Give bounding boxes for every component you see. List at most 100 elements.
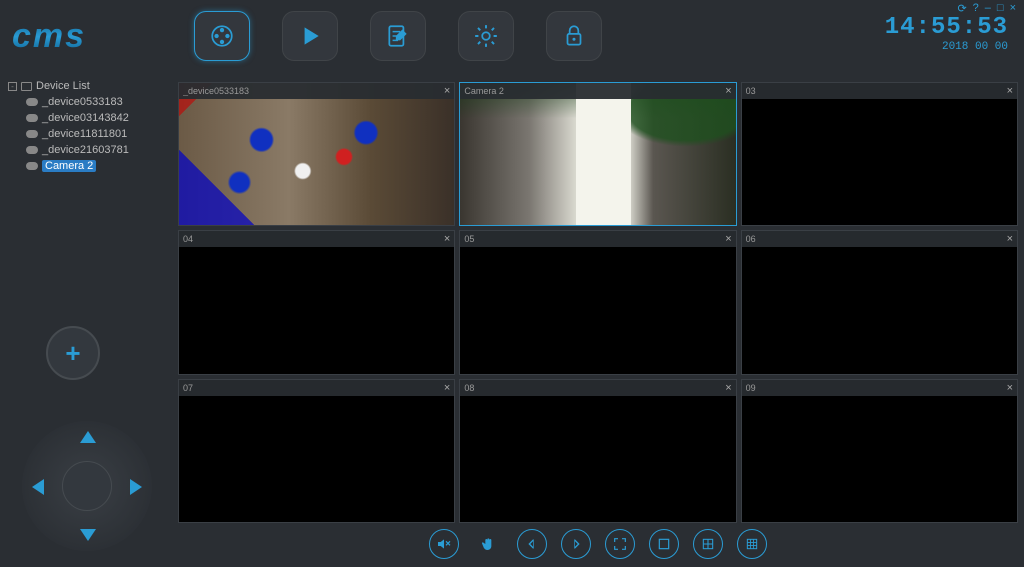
monitor-icon	[21, 82, 32, 91]
cell-title: 06	[746, 234, 1007, 244]
cell-header: 06×	[742, 231, 1017, 247]
bottom-toolbar	[178, 525, 1018, 563]
grid-9-icon	[744, 536, 760, 552]
video-cell[interactable]: 03×	[741, 82, 1018, 226]
cell-close-button[interactable]: ×	[444, 382, 450, 394]
layout-9-button[interactable]	[737, 529, 767, 559]
gear-icon	[473, 23, 499, 49]
video-grid-area: _device0533183×Camera 2×03×04×05×06×07×0…	[178, 82, 1018, 523]
video-cell[interactable]: 08×	[459, 379, 736, 523]
ptz-right-button[interactable]	[130, 479, 142, 495]
cell-title: 09	[746, 383, 1007, 393]
cloud-icon	[26, 162, 38, 170]
app-logo: cms	[12, 17, 182, 56]
tree-item-label: _device0533183	[42, 96, 123, 108]
cell-header: 08×	[460, 380, 735, 396]
cell-title: 04	[183, 234, 444, 244]
cloud-icon	[26, 114, 38, 122]
clock-time: 14:55:53	[885, 14, 1008, 41]
reel-icon	[209, 23, 235, 49]
video-cell[interactable]: 06×	[741, 230, 1018, 374]
video-cell[interactable]: _device0533183×	[178, 82, 455, 226]
layout-4-button[interactable]	[693, 529, 723, 559]
tree-item[interactable]: _device21603781	[8, 142, 170, 158]
ptz-up-button[interactable]	[80, 431, 96, 443]
sidebar: - Device List _device0533183 _device0314…	[0, 72, 178, 567]
cell-header: 04×	[179, 231, 454, 247]
video-grid: _device0533183×Camera 2×03×04×05×06×07×0…	[178, 82, 1018, 523]
cell-header: Camera 2×	[460, 83, 735, 99]
cell-close-button[interactable]: ×	[444, 85, 450, 97]
speaker-mute-icon	[436, 536, 452, 552]
tree-item[interactable]: _device03143842	[8, 110, 170, 126]
video-cell[interactable]: Camera 2×	[459, 82, 736, 226]
tree-item[interactable]: _device0533183	[8, 94, 170, 110]
cell-title: Camera 2	[464, 86, 725, 96]
cell-title: _device0533183	[183, 86, 444, 96]
play-icon	[297, 23, 323, 49]
cell-close-button[interactable]: ×	[725, 382, 731, 394]
cloud-icon	[26, 130, 38, 138]
fullscreen-button[interactable]	[605, 529, 635, 559]
tree-root[interactable]: - Device List	[8, 78, 170, 94]
collapse-icon[interactable]: -	[8, 82, 17, 91]
live-view-button[interactable]	[194, 11, 250, 61]
cell-close-button[interactable]: ×	[1007, 85, 1013, 97]
tree-item-label: _device11811801	[42, 128, 127, 140]
layout-1-button[interactable]	[649, 529, 679, 559]
tree-item-label: _device21603781	[42, 144, 129, 156]
cell-close-button[interactable]: ×	[1007, 233, 1013, 245]
tree-root-label: Device List	[36, 80, 90, 92]
playback-button[interactable]	[282, 11, 338, 61]
top-bar: cms 14:55:53 2018 00 00	[0, 0, 1024, 72]
log-button[interactable]	[370, 11, 426, 61]
clock-date: 2018 00 00	[885, 41, 1008, 53]
document-edit-icon	[385, 23, 411, 49]
tree-item[interactable]: Camera 2	[8, 158, 170, 174]
cell-header: 05×	[460, 231, 735, 247]
camera-feed	[460, 83, 735, 225]
lock-icon	[561, 23, 587, 49]
drag-button[interactable]	[473, 529, 503, 559]
add-device-button[interactable]: +	[46, 326, 100, 380]
ptz-ring	[22, 421, 152, 551]
next-page-button[interactable]	[561, 529, 591, 559]
tree-item[interactable]: _device11811801	[8, 126, 170, 142]
cell-header: 03×	[742, 83, 1017, 99]
video-cell[interactable]: 09×	[741, 379, 1018, 523]
cell-title: 05	[464, 234, 725, 244]
video-cell[interactable]: 04×	[178, 230, 455, 374]
page-prev-icon	[524, 536, 540, 552]
plus-icon: +	[65, 338, 80, 369]
mute-button[interactable]	[429, 529, 459, 559]
ptz-center-button[interactable]	[62, 461, 112, 511]
cell-header: _device0533183×	[179, 83, 454, 99]
cloud-icon	[26, 98, 38, 106]
ptz-down-button[interactable]	[80, 529, 96, 541]
fullscreen-icon	[612, 536, 628, 552]
clock: 14:55:53 2018 00 00	[885, 14, 1008, 53]
prev-page-button[interactable]	[517, 529, 547, 559]
ptz-control	[22, 421, 152, 551]
cell-header: 07×	[179, 380, 454, 396]
close-window-icon[interactable]: ×	[1010, 2, 1016, 15]
cloud-icon	[26, 146, 38, 154]
cell-close-button[interactable]: ×	[725, 85, 731, 97]
cell-close-button[interactable]: ×	[725, 233, 731, 245]
video-cell[interactable]: 07×	[178, 379, 455, 523]
grid-1-icon	[656, 536, 672, 552]
cell-header: 09×	[742, 380, 1017, 396]
cell-title: 07	[183, 383, 444, 393]
settings-button[interactable]	[458, 11, 514, 61]
lock-button[interactable]	[546, 11, 602, 61]
cell-title: 03	[746, 86, 1007, 96]
device-tree: - Device List _device0533183 _device0314…	[0, 72, 178, 180]
page-next-icon	[568, 536, 584, 552]
tree-item-label: _device03143842	[42, 112, 129, 124]
cell-close-button[interactable]: ×	[444, 233, 450, 245]
camera-feed	[179, 83, 454, 225]
cell-close-button[interactable]: ×	[1007, 382, 1013, 394]
ptz-left-button[interactable]	[32, 479, 44, 495]
video-cell[interactable]: 05×	[459, 230, 736, 374]
tree-item-label: Camera 2	[42, 160, 96, 172]
